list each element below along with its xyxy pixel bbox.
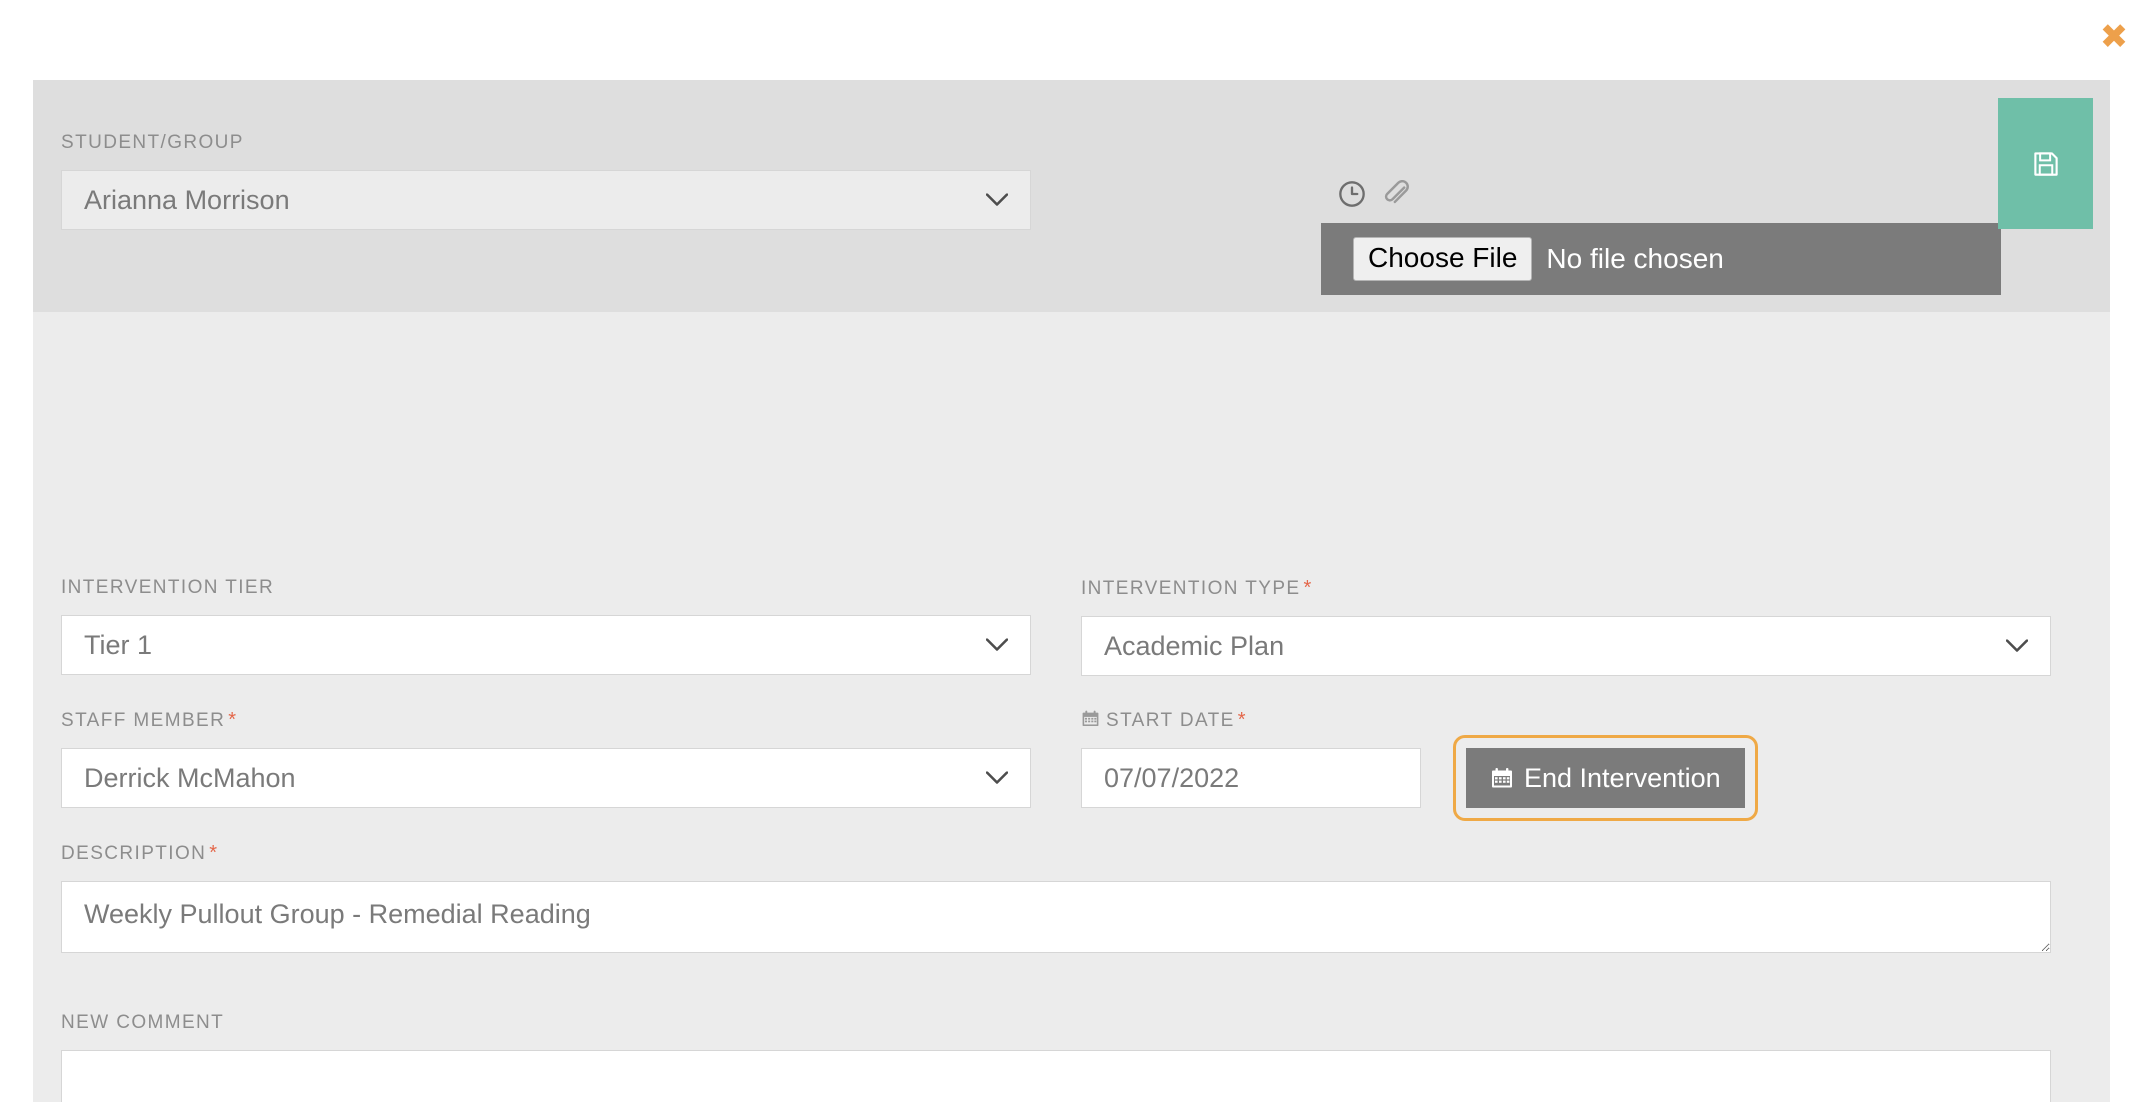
- attachment-paperclip-icon[interactable]: [1382, 180, 1410, 208]
- start-date-input[interactable]: [1081, 748, 1421, 808]
- chevron-down-icon: [2006, 639, 2028, 652]
- intervention-type-label-text: INTERVENTION TYPE: [1081, 578, 1301, 599]
- calendar-icon: [1492, 768, 1512, 788]
- student-group-label: STUDENT/GROUP: [61, 132, 244, 153]
- end-intervention-focus-ring: End Intervention: [1453, 735, 1758, 821]
- new-comment-field: NEW COMMENT: [61, 1012, 2051, 1102]
- floppy-disk-save-icon: [2033, 151, 2058, 176]
- intervention-tier-value: Tier 1: [84, 629, 153, 660]
- modal-header: STUDENT/GROUP Arianna Morrison Choose Fi…: [33, 80, 2110, 312]
- end-intervention-button[interactable]: End Intervention: [1466, 748, 1745, 808]
- student-group-select[interactable]: Arianna Morrison: [61, 170, 1031, 230]
- close-icon[interactable]: ✖: [2097, 20, 2131, 54]
- file-upload-input[interactable]: Choose File No file chosen: [1321, 223, 2001, 295]
- intervention-type-value: Academic Plan: [1104, 630, 1285, 661]
- save-button[interactable]: [1998, 98, 2093, 229]
- intervention-type-label: INTERVENTION TYPE *: [1081, 577, 2051, 600]
- app-root: ✖ STUDENT/GROUP Arianna Morrison Choose …: [0, 0, 2148, 1102]
- new-comment-label: NEW COMMENT: [61, 1012, 225, 1033]
- staff-member-label: STAFF MEMBER *: [61, 709, 1031, 732]
- file-status-text: No file chosen: [1546, 243, 1724, 274]
- intervention-type-field: INTERVENTION TYPE * Academic Plan: [1081, 577, 2051, 676]
- start-date-field: START DATE * 07/07/2022 End Intervention: [1081, 709, 2051, 821]
- staff-member-select[interactable]: Derrick McMahon: [61, 748, 1031, 808]
- description-label-text: DESCRIPTION: [61, 843, 207, 864]
- staff-member-label-text: STAFF MEMBER: [61, 710, 226, 731]
- intervention-type-select[interactable]: Academic Plan: [1081, 616, 2051, 676]
- end-intervention-label: End Intervention: [1524, 762, 1721, 793]
- intervention-tier-field: INTERVENTION TIER Tier 1: [61, 577, 1031, 675]
- chevron-down-icon: [986, 193, 1008, 206]
- description-textarea[interactable]: Weekly Pullout Group - Remedial Reading: [61, 881, 2051, 953]
- student-group-value: Arianna Morrison: [84, 184, 290, 215]
- new-comment-textarea[interactable]: [61, 1050, 2051, 1102]
- staff-member-field: STAFF MEMBER * Derrick McMahon: [61, 709, 1031, 808]
- staff-member-value: Derrick McMahon: [84, 762, 296, 793]
- description-label: DESCRIPTION *: [61, 842, 2051, 865]
- required-marker: *: [1303, 577, 1313, 599]
- required-marker: *: [209, 842, 219, 864]
- required-marker: *: [228, 709, 238, 731]
- calendar-icon: [1082, 710, 1099, 727]
- history-clock-icon[interactable]: [1338, 180, 1366, 208]
- start-date-label-text: START DATE: [1106, 710, 1235, 731]
- intervention-modal: STUDENT/GROUP Arianna Morrison Choose Fi…: [33, 80, 2110, 1102]
- header-icon-row: [1338, 180, 1410, 208]
- intervention-tier-select[interactable]: Tier 1: [61, 615, 1031, 675]
- intervention-tier-label: INTERVENTION TIER: [61, 577, 275, 598]
- student-group-field: STUDENT/GROUP Arianna Morrison: [61, 132, 1031, 230]
- description-field: DESCRIPTION * Weekly Pullout Group - Reme…: [61, 842, 2051, 953]
- choose-file-button[interactable]: Choose File: [1353, 237, 1533, 281]
- required-marker: *: [1237, 709, 1247, 731]
- chevron-down-icon: [986, 638, 1008, 651]
- chevron-down-icon: [986, 771, 1008, 784]
- start-date-label: START DATE *: [1081, 709, 2051, 732]
